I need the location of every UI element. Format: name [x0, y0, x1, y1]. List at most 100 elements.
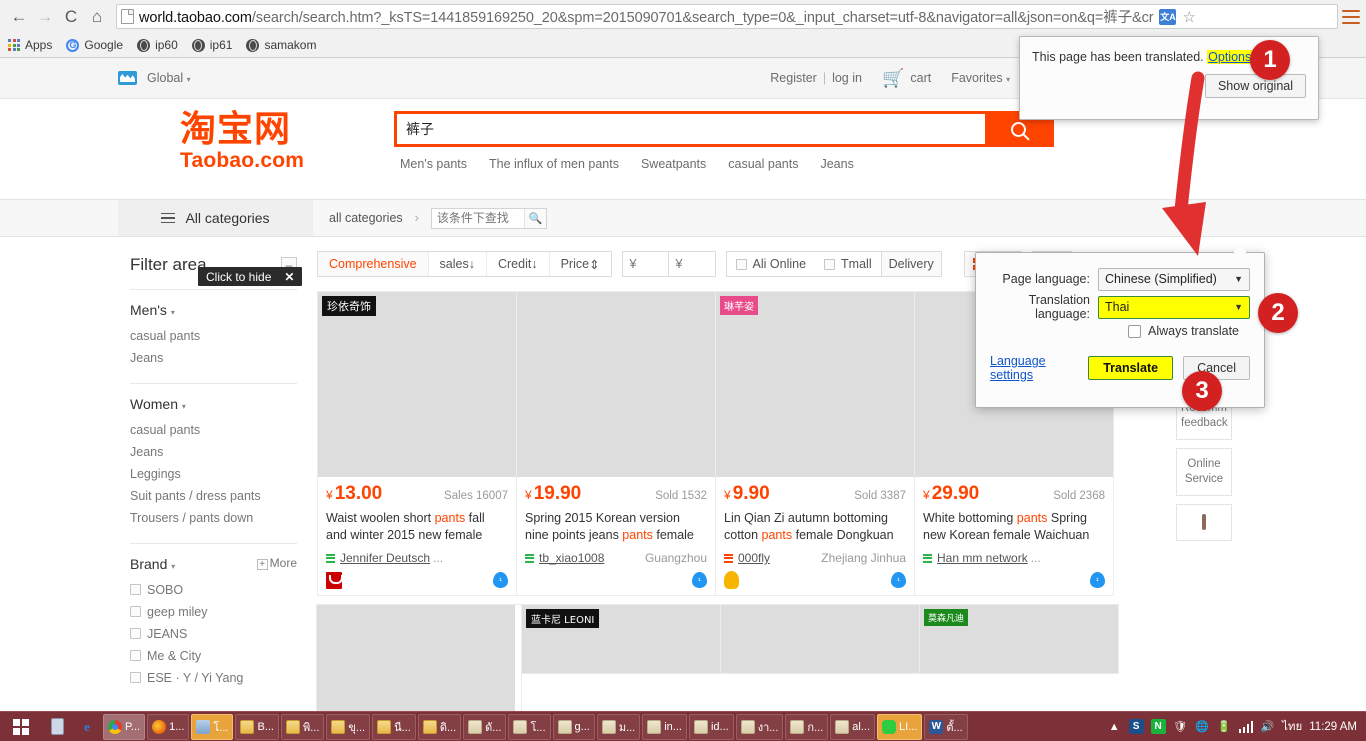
taobao-logo[interactable]: 淘宝网 Taobao.com	[118, 111, 328, 173]
taskbar-task[interactable]: g...	[552, 713, 595, 740]
taskbar-task[interactable]: al...	[830, 713, 875, 740]
battery-icon[interactable]: 🔋	[1217, 719, 1232, 734]
signal-icon[interactable]	[1238, 720, 1254, 733]
taskbar-task[interactable]: ก...	[785, 713, 829, 740]
brand-checkbox-row[interactable]: ESE · Y / Yi Yang	[130, 667, 297, 689]
taskbar-task[interactable]: โ...	[508, 713, 551, 740]
taskbar-task[interactable]: in...	[642, 713, 687, 740]
filter-item[interactable]: Suit pants / dress pants	[130, 485, 297, 507]
shop-name[interactable]: Han mm network	[937, 551, 1028, 565]
favorites-menu[interactable]: Favorites ▾	[951, 71, 1010, 85]
checkbox[interactable]	[824, 258, 836, 270]
login-link[interactable]: log in	[832, 71, 862, 85]
brand-checkbox-row[interactable]: JEANS	[130, 623, 297, 645]
translation-language-select[interactable]: Thai ▼	[1098, 295, 1250, 319]
sort-price[interactable]: Price ⇕	[550, 252, 611, 276]
suggestion-link[interactable]: The influx of men pants	[489, 157, 619, 171]
taskbar-task[interactable]: P...	[103, 713, 146, 740]
checkbox[interactable]	[735, 258, 747, 270]
taskbar-task[interactable]: ม...	[596, 713, 641, 740]
filter-item[interactable]: Jeans	[130, 347, 297, 369]
checkbox[interactable]	[130, 650, 141, 661]
taskbar-task[interactable]: พิ...	[280, 713, 325, 740]
product-image[interactable]	[721, 605, 919, 673]
browser-menu-icon[interactable]	[1342, 9, 1360, 24]
filter-delivery[interactable]: Delivery	[880, 252, 941, 276]
price-max-input[interactable]: ¥	[669, 252, 715, 276]
taskbar-task[interactable]: B...	[235, 713, 279, 740]
filter-item[interactable]: casual pants	[130, 419, 297, 441]
price-min-input[interactable]: ¥	[623, 252, 669, 276]
shop-name[interactable]: Jennifer Deutsch	[340, 551, 430, 565]
product-card[interactable]: 莫森凡迪	[919, 604, 1119, 674]
filter-item[interactable]: casual pants	[130, 325, 297, 347]
all-categories-button[interactable]: All categories	[118, 200, 313, 236]
bookmark-star-icon[interactable]: ☆	[1182, 8, 1195, 26]
close-icon[interactable]: ✕	[284, 270, 294, 284]
product-image[interactable]	[517, 292, 715, 477]
filter-item[interactable]: Leggings	[130, 463, 297, 485]
bookmark-ip60[interactable]: ip60	[137, 38, 178, 52]
suggestion-link[interactable]: Sweatpants	[641, 157, 706, 171]
filter-group-title[interactable]: Men's ▾	[130, 302, 297, 318]
always-translate-checkbox[interactable]	[1128, 324, 1141, 338]
checkbox[interactable]	[130, 672, 141, 683]
inline-search-input[interactable]	[431, 208, 524, 228]
taskbar-task[interactable]: โ...	[191, 713, 234, 740]
taskbar-task[interactable]: ขุ...	[326, 713, 371, 740]
mobile-app-button[interactable]	[1176, 504, 1232, 541]
suggestion-link[interactable]: Jeans	[820, 157, 853, 171]
product-title[interactable]: Waist woolen short pants fall and winter…	[326, 510, 508, 544]
reload-icon[interactable]: C	[58, 4, 84, 30]
product-title[interactable]: White bottoming pants Spring new Korean …	[923, 510, 1105, 544]
register-link[interactable]: Register	[770, 71, 817, 85]
click-to-hide-tooltip[interactable]: Click to hide ✕	[198, 267, 303, 286]
product-card[interactable]: 平肚 ¥ 158.00 Spring 2015 elastic waist je…	[316, 604, 522, 711]
product-title[interactable]: Spring 2015 Korean version nine points j…	[525, 510, 707, 544]
product-card[interactable]	[720, 604, 920, 674]
always-translate-row[interactable]: Always translate	[990, 324, 1250, 338]
product-image[interactable]: 蓝卡尼 LEONI	[522, 605, 720, 673]
product-card[interactable]: ¥ 19.90 Sold 1532 Spring 2015 Korean ver…	[516, 291, 716, 596]
product-image[interactable]: 珍依奇饰	[318, 292, 516, 477]
bookmark-samakom[interactable]: samakom	[246, 38, 316, 52]
product-image[interactable]: 平肚	[317, 605, 515, 711]
page-language-select[interactable]: Chinese (Simplified) ▼	[1098, 267, 1250, 291]
cart-link[interactable]: 🛒 cart	[882, 69, 931, 87]
product-card[interactable]: 蓝卡尼 LEONI	[521, 604, 721, 674]
taskbar-task[interactable]: 1...	[147, 713, 190, 740]
shop-name[interactable]: 000fly	[738, 551, 770, 565]
bookmark-google[interactable]: G Google	[66, 38, 123, 52]
suggestion-link[interactable]: casual pants	[728, 157, 798, 171]
product-image[interactable]: 莫森凡迪	[920, 605, 1118, 673]
antivirus-icon[interactable]: 🛡	[1173, 719, 1188, 734]
filter-ali-online[interactable]: Ali Online	[727, 252, 816, 276]
taskbar-task[interactable]: ดิ...	[417, 713, 462, 740]
translate-button[interactable]: Translate	[1088, 356, 1174, 380]
calculator-launcher[interactable]	[42, 712, 72, 741]
translate-options-link[interactable]: Options	[1207, 50, 1253, 64]
search-input[interactable]	[397, 114, 985, 144]
address-bar[interactable]: world.taobao.com/search/search.htm?_ksTS…	[116, 4, 1338, 29]
search-box[interactable]	[394, 111, 1054, 147]
language-settings-link[interactable]: Language settings	[990, 354, 1078, 382]
taskbar-task[interactable]: นี...	[372, 713, 416, 740]
bookmark-ip61[interactable]: ip61	[191, 38, 232, 52]
sort-comprehensive[interactable]: Comprehensive	[318, 252, 429, 276]
brand-checkbox-row[interactable]: SOBO	[130, 579, 297, 601]
product-card[interactable]: 琳芊姿 ¥ 9.90 Sold 3387 Lin Qian Zi autumn …	[715, 291, 915, 596]
checkbox[interactable]	[130, 628, 141, 639]
filter-item[interactable]: Trousers / pants down	[130, 507, 297, 529]
start-button[interactable]	[0, 712, 42, 741]
inline-filter-search[interactable]: 🔍	[430, 207, 547, 229]
filter-item[interactable]: Jeans	[130, 441, 297, 463]
tray-n-icon[interactable]: N	[1150, 719, 1166, 734]
sort-sales[interactable]: sales ↓	[429, 252, 487, 276]
home-icon[interactable]: ⌂	[84, 4, 110, 30]
global-selector[interactable]: Global ▾	[147, 71, 191, 85]
product-card[interactable]: 珍依奇饰 ¥ 13.00 Sales 16007 Waist woolen sh…	[317, 291, 517, 596]
taskbar-task[interactable]: ดั...	[463, 713, 507, 740]
brand-checkbox-row[interactable]: geep miley	[130, 601, 297, 623]
taskbar-task[interactable]: งา...	[735, 713, 784, 740]
search-icon[interactable]: 🔍	[523, 208, 546, 228]
